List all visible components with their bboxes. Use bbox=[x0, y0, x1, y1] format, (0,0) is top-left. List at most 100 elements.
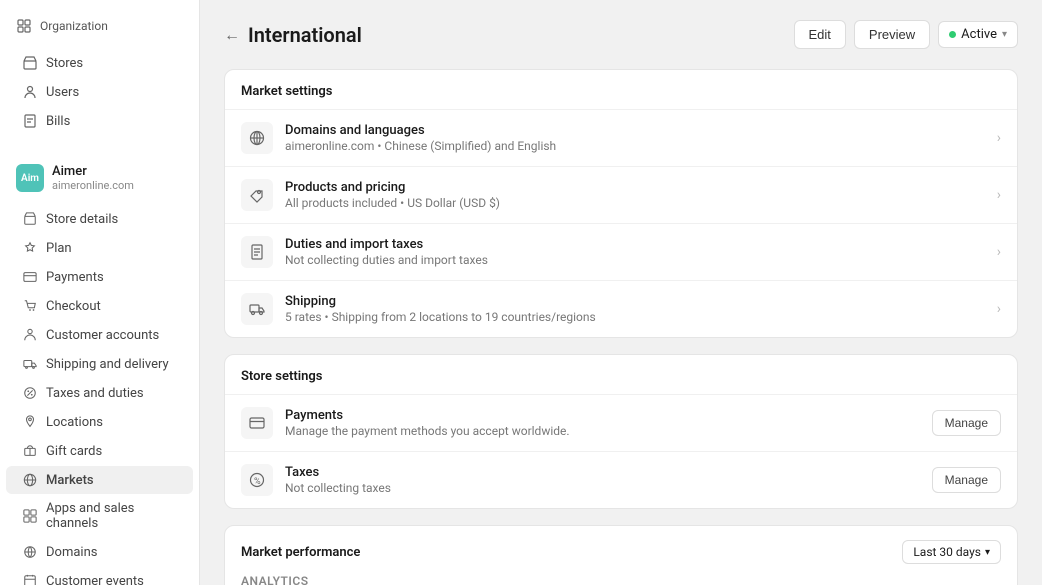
accounts-icon bbox=[22, 327, 38, 343]
sidebar-item-apps-and-sales-channels[interactable]: Apps and sales channels bbox=[6, 495, 193, 537]
giftcards-icon bbox=[22, 443, 38, 459]
sidebar-item-users-label: Users bbox=[46, 85, 79, 100]
domains-icon bbox=[22, 544, 38, 560]
sidebar-item-markets[interactable]: Markets bbox=[6, 466, 193, 494]
store-account[interactable]: Aim Aimer aimeronline.com bbox=[0, 156, 199, 200]
payments-title: Payments bbox=[285, 408, 932, 423]
performance-title: Market performance bbox=[241, 545, 360, 560]
sidebar-item-bills[interactable]: Bills bbox=[6, 107, 193, 135]
taxes-icon bbox=[22, 385, 38, 401]
org-nav: Stores Users Bills bbox=[0, 48, 199, 136]
nav-label: Payments bbox=[46, 270, 104, 285]
chevron-right-icon-3: › bbox=[997, 244, 1001, 260]
taxes-title: Taxes bbox=[285, 465, 932, 480]
products-pricing-row[interactable]: Products and pricing All products includ… bbox=[225, 166, 1017, 223]
receipt-icon-wrapper bbox=[241, 236, 273, 268]
bills-icon bbox=[22, 113, 38, 129]
preview-button[interactable]: Preview bbox=[854, 20, 930, 49]
org-item[interactable]: Organization bbox=[0, 12, 199, 40]
nav-list: Store details Plan Payments Checkout Cus… bbox=[0, 204, 199, 585]
shipping-icon bbox=[22, 356, 38, 372]
payments-desc: Manage the payment methods you accept wo… bbox=[285, 424, 932, 438]
page-header: ← International Edit Preview Active ▾ bbox=[224, 20, 1018, 49]
chevron-right-icon: › bbox=[997, 130, 1001, 146]
nav-label: Domains bbox=[46, 545, 97, 560]
products-pricing-desc: All products included • US Dollar (USD $… bbox=[285, 196, 997, 210]
nav-label: Apps and sales channels bbox=[46, 501, 177, 531]
status-badge[interactable]: Active ▾ bbox=[938, 21, 1018, 48]
shipping-desc: 5 rates • Shipping from 2 locations to 1… bbox=[285, 310, 997, 324]
main-content: ← International Edit Preview Active ▾ Ma… bbox=[200, 0, 1042, 585]
edit-button[interactable]: Edit bbox=[794, 20, 846, 49]
store-info: Aimer aimeronline.com bbox=[52, 164, 134, 192]
market-settings-title: Market settings bbox=[225, 70, 1017, 109]
domains-languages-title: Domains and languages bbox=[285, 123, 997, 138]
apps-icon bbox=[22, 508, 38, 524]
shipping-title: Shipping bbox=[285, 294, 997, 309]
performance-header: Market performance Last 30 days ▾ bbox=[225, 526, 1017, 564]
products-pricing-content: Products and pricing All products includ… bbox=[285, 180, 997, 210]
sidebar: Organization Stores Users bbox=[0, 0, 200, 585]
duties-content: Duties and import taxes Not collecting d… bbox=[285, 237, 997, 267]
performance-card: Market performance Last 30 days ▾ Analyt… bbox=[224, 525, 1018, 585]
nav-label: Checkout bbox=[46, 299, 101, 314]
truck-icon-wrapper bbox=[241, 293, 273, 325]
duties-title: Duties and import taxes bbox=[285, 237, 997, 252]
plan-icon bbox=[22, 240, 38, 256]
chevron-right-icon-4: › bbox=[997, 301, 1001, 317]
duties-desc: Not collecting duties and import taxes bbox=[285, 253, 997, 267]
shipping-content: Shipping 5 rates • Shipping from 2 locat… bbox=[285, 294, 997, 324]
header-actions: Edit Preview Active ▾ bbox=[794, 20, 1019, 49]
domains-languages-row[interactable]: Domains and languages aimeronline.com • … bbox=[225, 109, 1017, 166]
users-icon bbox=[22, 84, 38, 100]
receipt-icon bbox=[249, 244, 265, 260]
period-select[interactable]: Last 30 days ▾ bbox=[902, 540, 1001, 564]
page-title: International bbox=[248, 23, 362, 47]
tax-icon: % bbox=[249, 472, 265, 488]
sidebar-item-gift-cards[interactable]: Gift cards bbox=[6, 437, 193, 465]
analytics-title: Analytics bbox=[241, 574, 1001, 585]
nav-label: Customer accounts bbox=[46, 328, 159, 343]
store-icon bbox=[22, 211, 38, 227]
chevron-down-icon: ▾ bbox=[1002, 29, 1007, 40]
duties-row[interactable]: Duties and import taxes Not collecting d… bbox=[225, 223, 1017, 280]
taxes-content: Taxes Not collecting taxes bbox=[285, 465, 932, 495]
store-url: aimeronline.com bbox=[52, 179, 134, 192]
sidebar-item-customer-events[interactable]: Customer events bbox=[6, 567, 193, 585]
nav-label: Shipping and delivery bbox=[46, 357, 169, 372]
nav-label: Taxes and duties bbox=[46, 386, 144, 401]
payments-icon bbox=[22, 269, 38, 285]
payments-content: Payments Manage the payment methods you … bbox=[285, 408, 932, 438]
sidebar-item-stores-label: Stores bbox=[46, 56, 83, 71]
sidebar-item-customer-accounts[interactable]: Customer accounts bbox=[6, 321, 193, 349]
sidebar-item-payments[interactable]: Payments bbox=[6, 263, 193, 291]
shipping-row[interactable]: Shipping 5 rates • Shipping from 2 locat… bbox=[225, 280, 1017, 337]
sidebar-item-store-details[interactable]: Store details bbox=[6, 205, 193, 233]
taxes-row: % Taxes Not collecting taxes Manage bbox=[225, 451, 1017, 508]
back-button[interactable]: ← bbox=[224, 25, 240, 45]
store-name: Aimer bbox=[52, 164, 134, 179]
events-icon bbox=[22, 573, 38, 585]
sidebar-item-bills-label: Bills bbox=[46, 114, 70, 129]
taxes-manage-button[interactable]: Manage bbox=[932, 467, 1001, 493]
sidebar-item-domains[interactable]: Domains bbox=[6, 538, 193, 566]
sidebar-item-shipping-and-delivery[interactable]: Shipping and delivery bbox=[6, 350, 193, 378]
sidebar-item-users[interactable]: Users bbox=[6, 78, 193, 106]
store-settings-title: Store settings bbox=[225, 355, 1017, 394]
payment-icon-wrapper bbox=[241, 407, 273, 439]
period-label: Last 30 days bbox=[913, 545, 981, 559]
sidebar-item-stores[interactable]: Stores bbox=[6, 49, 193, 77]
sidebar-item-locations[interactable]: Locations bbox=[6, 408, 193, 436]
taxes-desc: Not collecting taxes bbox=[285, 481, 932, 495]
sidebar-item-taxes-and-duties[interactable]: Taxes and duties bbox=[6, 379, 193, 407]
nav-label: Gift cards bbox=[46, 444, 102, 459]
sidebar-item-plan[interactable]: Plan bbox=[6, 234, 193, 262]
status-dot bbox=[949, 31, 956, 38]
globe-icon-wrapper bbox=[241, 122, 273, 154]
markets-icon bbox=[22, 472, 38, 488]
locations-icon bbox=[22, 414, 38, 430]
checkout-icon bbox=[22, 298, 38, 314]
sidebar-item-checkout[interactable]: Checkout bbox=[6, 292, 193, 320]
payments-manage-button[interactable]: Manage bbox=[932, 410, 1001, 436]
org-label: Organization bbox=[40, 19, 108, 33]
